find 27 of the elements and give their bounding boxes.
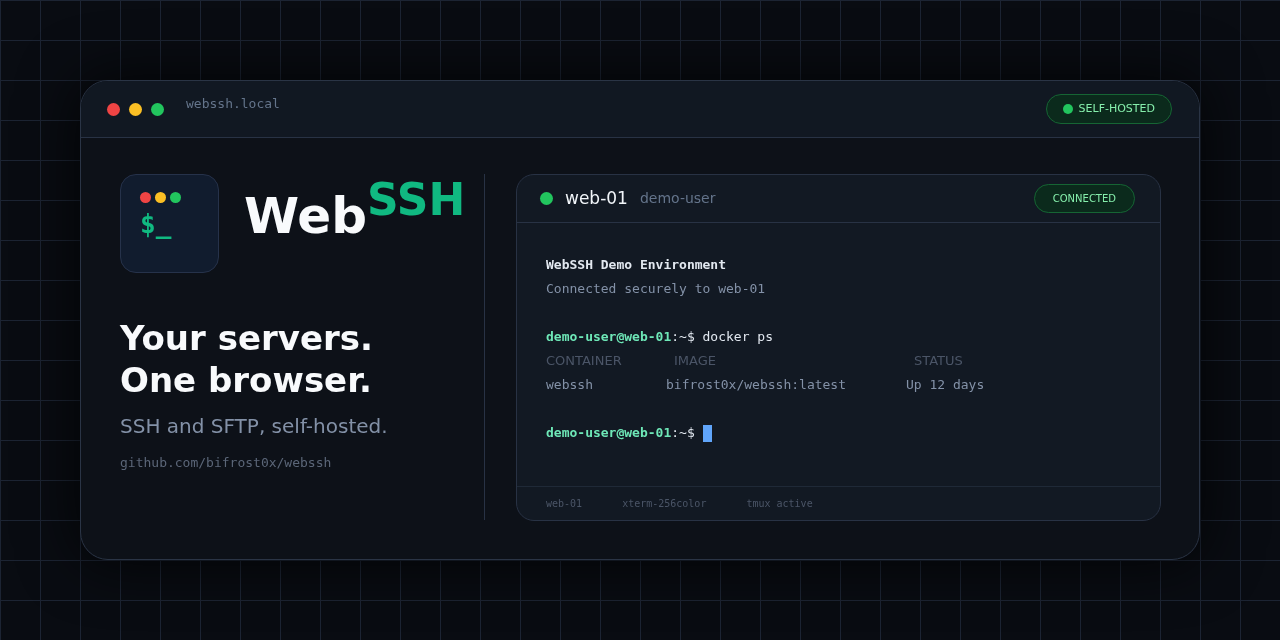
headline-line: One browser. [120, 359, 373, 401]
tagline: SSH and SFTP, self-hosted. [120, 413, 389, 440]
column-header: STATUS [914, 352, 963, 371]
prompt-text: demo-user@web-01 [546, 328, 672, 347]
host-name: web-01 [565, 186, 628, 210]
headline-line: Your servers. [120, 317, 374, 359]
prompt-text: demo-user@web-01 [546, 424, 672, 443]
logo-prompt-glyph: $_ [140, 209, 173, 239]
table-cell-text: webssh [546, 376, 594, 395]
brand-name: Web [244, 186, 368, 247]
connected-badge: CONNECTED [1033, 184, 1135, 213]
window-title: webssh.local [186, 95, 280, 114]
column-header: IMAGE [674, 352, 717, 371]
table-cell-text: bifrost0x/webssh:latest [666, 376, 847, 395]
badge-label: SELF-HOSTED [1078, 100, 1155, 117]
table-cell-text: Up 12 days [906, 376, 985, 395]
status-item: web-01 [546, 497, 583, 511]
column-header: CONTAINER [546, 352, 623, 371]
command-text: :~$ [671, 424, 695, 443]
output-heading: WebSSH Demo Environment [546, 256, 727, 274]
command-text: :~$ docker ps [671, 328, 773, 347]
brand-suffix: SSH [367, 174, 466, 226]
user-name: demo-user [639, 189, 716, 208]
status-item: xterm-256color [622, 497, 707, 511]
output-line: Connected securely to web-01 [546, 280, 767, 298]
repo-link[interactable]: github.com/bifrost0x/webssh [120, 453, 484, 473]
status-item: tmux active [746, 497, 813, 511]
